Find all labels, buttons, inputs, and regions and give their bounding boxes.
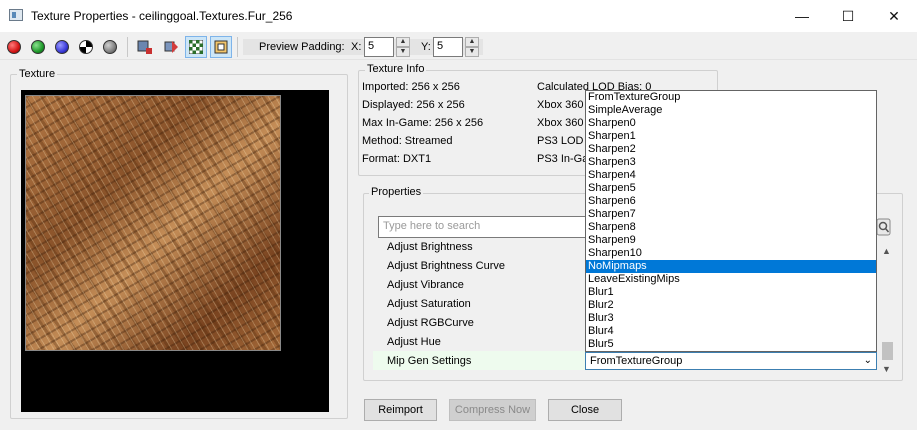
padding-y-up-button[interactable]: ▲: [465, 37, 479, 47]
info-xbox-in-game: Xbox 360: [537, 117, 584, 129]
checker-background-button[interactable]: [185, 36, 207, 58]
option-sharpen4[interactable]: Sharpen4: [586, 169, 876, 182]
padding-y-label: Y:: [421, 41, 431, 53]
close-button[interactable]: Close: [548, 399, 622, 421]
padding-y-down-button[interactable]: ▼: [465, 47, 479, 57]
option-sharpen6[interactable]: Sharpen6: [586, 195, 876, 208]
preview-padding-label: Preview Padding:: [259, 41, 345, 53]
info-imported: Imported: 256 x 256: [362, 81, 460, 93]
reimport-button[interactable]: Reimport: [364, 399, 437, 421]
toolbar-separator: [127, 37, 128, 57]
padding-x-label: X:: [351, 41, 362, 53]
red-channel-icon: [7, 40, 21, 54]
info-xbox-lod: Xbox 360: [537, 99, 584, 111]
app-icon: [9, 9, 23, 21]
option-sharpen1[interactable]: Sharpen1: [586, 130, 876, 143]
padding-x-up-button[interactable]: ▲: [396, 37, 410, 47]
option-sharpen10[interactable]: Sharpen10: [586, 247, 876, 260]
toolbar-separator: [237, 37, 238, 57]
option-sharpen9[interactable]: Sharpen9: [586, 234, 876, 247]
option-sharpen0[interactable]: Sharpen0: [586, 117, 876, 130]
red-channel-button[interactable]: [3, 36, 25, 58]
clear-search-icon[interactable]: [876, 218, 892, 236]
info-max-in-game: Max In-Game: 256 x 256: [362, 117, 484, 129]
mip-gen-select[interactable]: FromTextureGroup ⌄: [585, 352, 877, 370]
maximize-button[interactable]: ☐: [825, 0, 871, 32]
scroll-up-icon[interactable]: ▲: [882, 246, 891, 256]
sync-button[interactable]: [160, 36, 182, 58]
properties-scrollbar[interactable]: ▲ ▼: [879, 242, 896, 377]
green-channel-button[interactable]: [27, 36, 49, 58]
option-sharpen8[interactable]: Sharpen8: [586, 221, 876, 234]
find-in-browser-button[interactable]: [134, 36, 156, 58]
scroll-thumb[interactable]: [882, 342, 893, 360]
option-blur5[interactable]: Blur5: [586, 338, 876, 351]
mip-gen-select-value: FromTextureGroup: [590, 355, 683, 367]
prop-adjust-saturation[interactable]: Adjust Saturation: [387, 298, 471, 310]
padding-x-down-button[interactable]: ▼: [396, 47, 410, 57]
blue-channel-icon: [55, 40, 69, 54]
info-format: Format: DXT1: [362, 153, 432, 165]
option-blur4[interactable]: Blur4: [586, 325, 876, 338]
border-icon: [214, 40, 228, 54]
info-displayed: Displayed: 256 x 256: [362, 99, 465, 111]
option-sharpen5[interactable]: Sharpen5: [586, 182, 876, 195]
toolbar: Preview Padding: X: 5 ▲ ▼ Y: 5 ▲ ▼: [0, 33, 917, 60]
option-blur2[interactable]: Blur2: [586, 299, 876, 312]
compress-now-button[interactable]: Compress Now: [449, 399, 536, 421]
close-window-button[interactable]: ✕: [871, 0, 917, 32]
green-channel-icon: [31, 40, 45, 54]
properties-title: Properties: [369, 186, 424, 198]
window-title: Texture Properties - ceilinggoal.Texture…: [31, 9, 293, 23]
prop-adjust-rgbcurve[interactable]: Adjust RGBCurve: [387, 317, 474, 329]
option-simpleaverage[interactable]: SimpleAverage: [586, 104, 876, 117]
alpha-channel-icon: [79, 40, 93, 54]
property-search-input[interactable]: Type here to search: [378, 216, 588, 238]
padding-y-input[interactable]: 5: [433, 37, 463, 57]
find-in-browser-icon: [137, 40, 152, 54]
info-ps3-in-game: PS3 In-Ga: [537, 153, 589, 165]
option-blur3[interactable]: Blur3: [586, 312, 876, 325]
prop-adjust-vibrance[interactable]: Adjust Vibrance: [387, 279, 464, 291]
option-leaveexistingmips[interactable]: LeaveExistingMips: [586, 273, 876, 286]
checkerboard-icon: [189, 40, 203, 54]
prop-adjust-hue[interactable]: Adjust Hue: [387, 336, 441, 348]
texture-info-title: Texture Info: [365, 63, 427, 75]
info-method: Method: Streamed: [362, 135, 453, 147]
padding-x-input[interactable]: 5: [364, 37, 394, 57]
mip-gen-dropdown-list: FromTextureGroup SimpleAverage Sharpen0 …: [585, 90, 877, 352]
texture-properties-window: Texture Properties - ceilinggoal.Texture…: [0, 0, 917, 430]
option-blur1[interactable]: Blur1: [586, 286, 876, 299]
grayscale-icon: [103, 40, 117, 54]
option-fromtexturegroup[interactable]: FromTextureGroup: [586, 91, 876, 104]
minimize-button[interactable]: —: [779, 0, 825, 32]
option-sharpen7[interactable]: Sharpen7: [586, 208, 876, 221]
texture-preview-image: [25, 95, 281, 351]
sync-icon: [164, 41, 178, 53]
chevron-down-icon: ⌄: [863, 355, 872, 366]
option-sharpen2[interactable]: Sharpen2: [586, 143, 876, 156]
prop-mip-gen-settings[interactable]: Mip Gen Settings: [387, 355, 471, 367]
texture-group-title: Texture: [17, 68, 58, 80]
grayscale-button[interactable]: [99, 36, 121, 58]
prop-adjust-brightness[interactable]: Adjust Brightness: [387, 241, 473, 253]
option-sharpen3[interactable]: Sharpen3: [586, 156, 876, 169]
title-bar: Texture Properties - ceilinggoal.Texture…: [0, 0, 917, 32]
prop-adjust-brightness-curve[interactable]: Adjust Brightness Curve: [387, 260, 505, 272]
scroll-down-icon[interactable]: ▼: [882, 364, 891, 374]
border-toggle-button[interactable]: [210, 36, 232, 58]
option-nomipmaps[interactable]: NoMipmaps: [586, 260, 876, 273]
alpha-channel-button[interactable]: [75, 36, 97, 58]
blue-channel-button[interactable]: [51, 36, 73, 58]
